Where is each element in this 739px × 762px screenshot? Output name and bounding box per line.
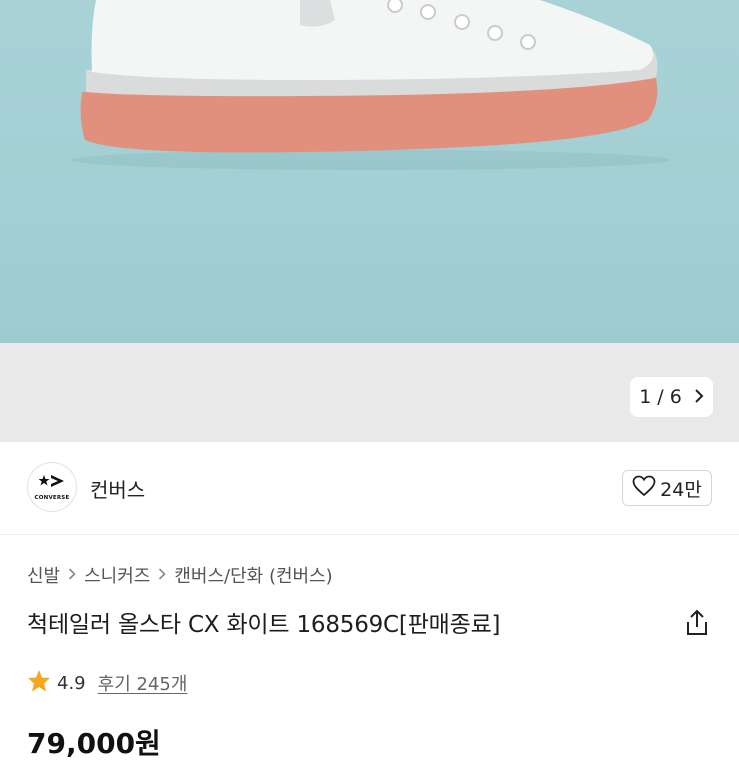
brand-name-link[interactable]: 컨버스 <box>90 474 145 503</box>
product-image[interactable] <box>0 0 739 343</box>
image-counter-total: 6 <box>669 386 682 408</box>
sneaker-illustration <box>70 0 670 170</box>
brand-logo[interactable]: CONVERSE <box>27 462 77 512</box>
breadcrumb-item-shoes[interactable]: 신발 <box>27 562 60 588</box>
reviews-link[interactable]: 후기 245개 <box>98 670 188 696</box>
chevron-right-icon <box>158 566 167 584</box>
like-button[interactable]: 24만 <box>622 470 712 506</box>
image-counter-button[interactable]: 1 / 6 <box>630 377 713 417</box>
breadcrumb-item-sneakers[interactable]: 스니커즈 <box>84 562 150 588</box>
brand-logo-wordmark: CONVERSE <box>34 495 70 501</box>
heart-outline-icon <box>632 475 656 502</box>
chevron-right-icon <box>68 566 76 584</box>
breadcrumb: 신발 스니커즈 캔버스/단화 (컨버스) <box>27 562 333 588</box>
breadcrumb-item-canvas[interactable]: 캔버스/단화 (컨버스) <box>174 562 332 588</box>
rating-score: 4.9 <box>57 672 86 694</box>
chevron-right-icon <box>694 388 704 407</box>
like-count: 24만 <box>660 478 702 501</box>
star-icon <box>27 669 51 697</box>
share-icon[interactable] <box>684 609 710 637</box>
gallery-footer <box>0 343 739 442</box>
converse-star-chevron-icon <box>38 473 65 493</box>
image-counter-separator: / <box>657 386 664 408</box>
rating-row: 4.9 후기 245개 <box>27 669 187 697</box>
image-counter-current: 1 <box>639 386 652 408</box>
product-price: 79,000원 <box>27 727 161 760</box>
product-title: 척테일러 올스타 CX 화이트 168569C[판매종료] <box>27 612 501 638</box>
